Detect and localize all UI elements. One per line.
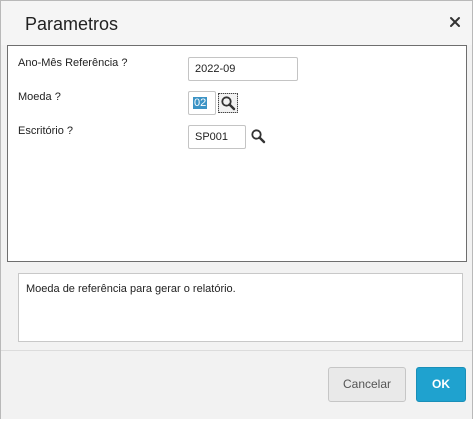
close-icon[interactable] bbox=[446, 13, 464, 31]
ano-mes-label: Ano-Mês Referência ? bbox=[18, 57, 128, 69]
ok-button[interactable]: OK bbox=[416, 367, 466, 402]
moeda-label: Moeda ? bbox=[18, 91, 61, 103]
parametros-dialog: Parametros Ano-Mês Referência ? 2022-09 … bbox=[0, 0, 473, 419]
dialog-footer: Cancelar OK bbox=[1, 350, 472, 419]
escritorio-label: Escritório ? bbox=[18, 125, 74, 137]
moeda-input[interactable]: 02 bbox=[188, 91, 216, 115]
moeda-selected-value: 02 bbox=[193, 97, 208, 109]
help-text: Moeda de referência para gerar o relatór… bbox=[26, 283, 236, 295]
escritorio-search-icon[interactable] bbox=[249, 127, 269, 147]
cancel-button[interactable]: Cancelar bbox=[328, 367, 406, 402]
dialog-titlebar: Parametros bbox=[1, 1, 472, 45]
escritorio-input[interactable]: SP001 bbox=[188, 125, 246, 149]
parameters-form: Ano-Mês Referência ? 2022-09 Moeda ? 02 … bbox=[7, 45, 467, 262]
search-icon bbox=[221, 96, 236, 111]
ano-mes-input[interactable]: 2022-09 bbox=[188, 57, 298, 81]
close-icon-graphic bbox=[450, 17, 460, 27]
dialog-title: Parametros bbox=[25, 14, 119, 34]
help-box: Moeda de referência para gerar o relatór… bbox=[18, 273, 463, 342]
help-panel: Moeda de referência para gerar o relatór… bbox=[7, 262, 467, 350]
search-icon bbox=[251, 129, 266, 144]
moeda-search-icon[interactable] bbox=[218, 93, 238, 113]
